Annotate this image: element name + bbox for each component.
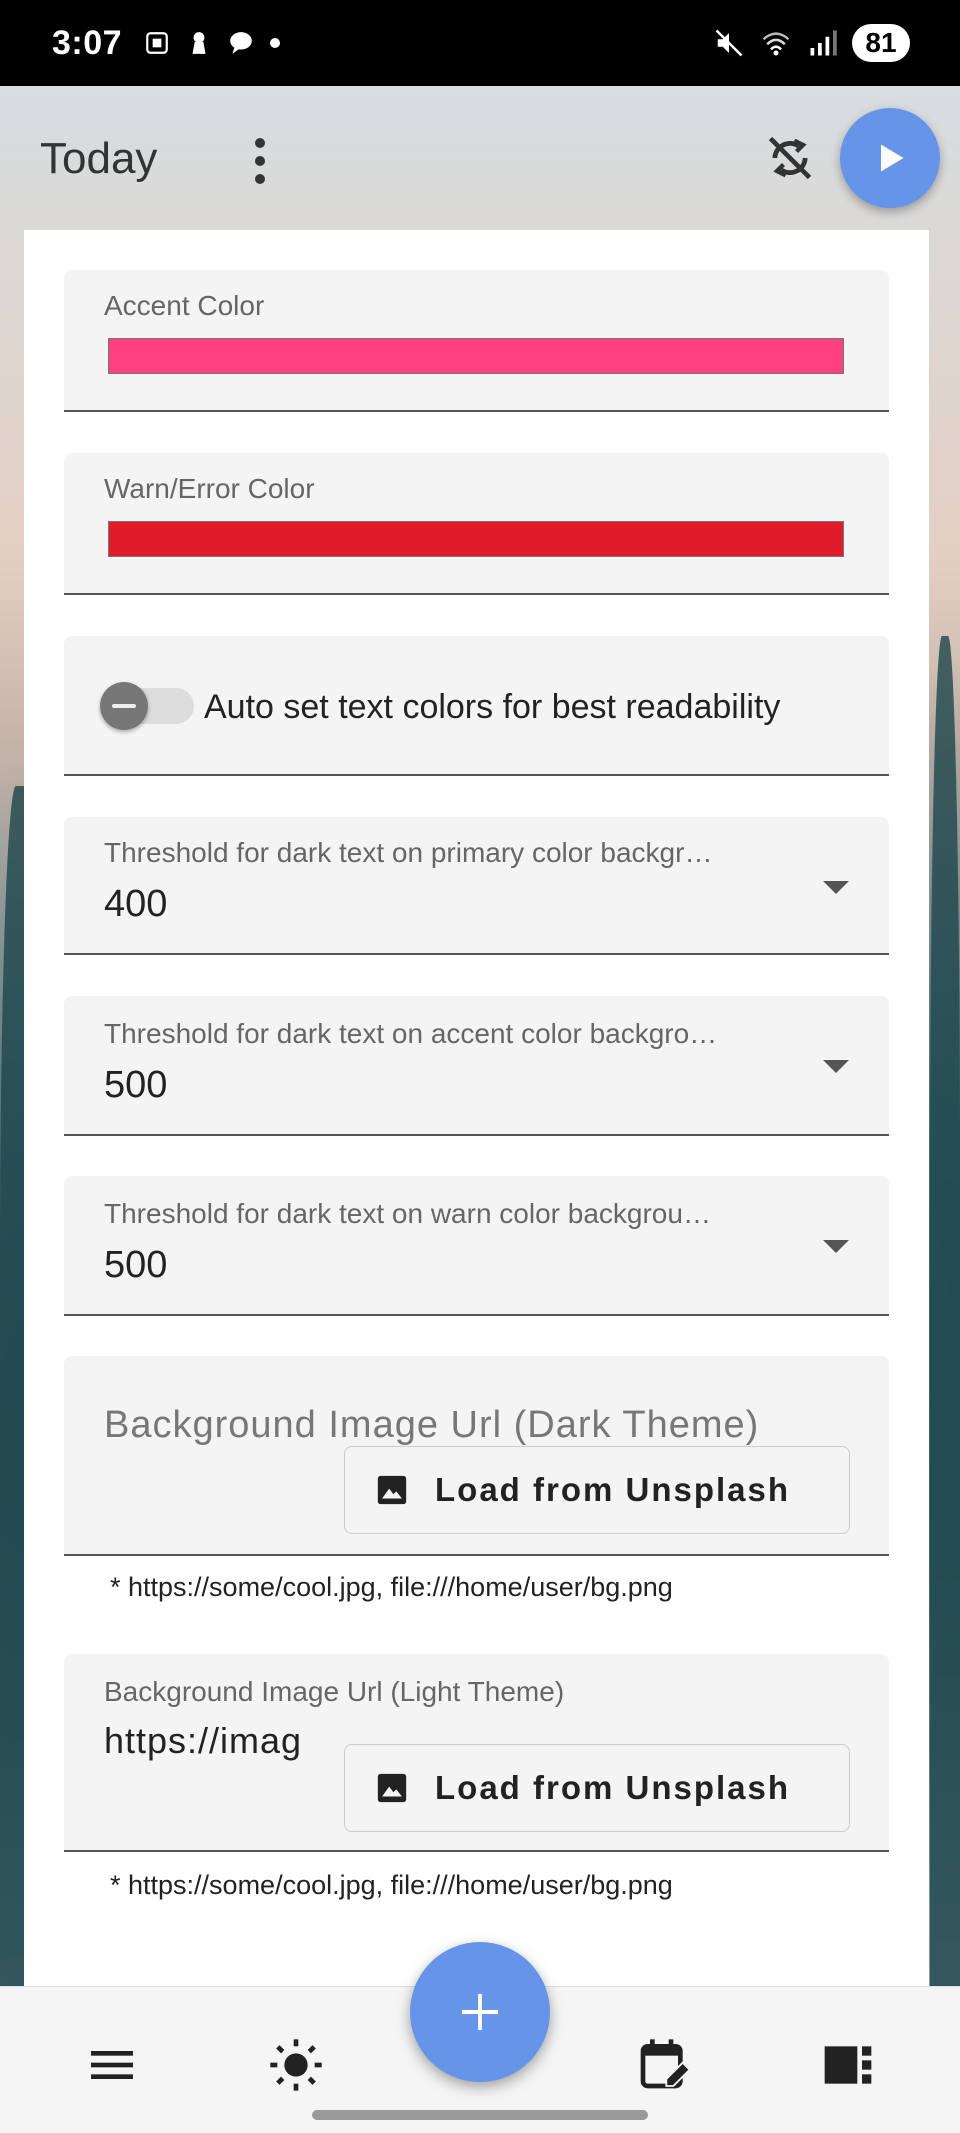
threshold-accent-value: 500 [104,1064,168,1106]
battery-level: 81 [852,24,910,62]
status-bar: 3:07 81 [0,0,960,86]
edit-calendar-icon[interactable] [636,2037,692,2093]
status-time: 3:07 [52,23,123,62]
bg-image-dark-input[interactable]: Background Image Url (Dark Theme) [104,1404,759,1447]
auto-text-colors-field: Auto set text colors for best readabilit… [64,636,889,776]
sync-disabled-icon[interactable] [764,132,816,184]
load-from-unsplash-dark-button[interactable]: Load from Unsplash [344,1446,850,1534]
warn-color-swatch[interactable] [108,521,844,557]
threshold-warn-label: Threshold for dark text on warn color ba… [104,1198,711,1229]
threshold-primary-label: Threshold for dark text on primary color… [104,837,713,868]
bg-image-dark-field[interactable]: Background Image Url (Dark Theme) Load f… [64,1356,889,1556]
dropdown-arrow-icon [823,1240,849,1253]
auto-text-colors-toggle[interactable] [100,682,194,730]
notification-dot-icon [270,38,281,48]
dropdown-arrow-icon [823,881,849,894]
accent-color-swatch[interactable] [108,338,844,374]
play-icon [881,144,904,172]
auto-text-colors-label: Auto set text colors for best readabilit… [204,688,781,726]
brightness-icon[interactable] [268,2037,324,2093]
dropdown-arrow-icon [823,1060,849,1073]
image-icon [377,1773,407,1803]
load-from-unsplash-label: Load from Unsplash [435,1471,791,1508]
bg-image-light-input[interactable]: https://imag [104,1720,324,1762]
menu-icon[interactable] [84,2037,140,2093]
threshold-accent-label: Threshold for dark text on accent color … [104,1018,718,1049]
home-indicator[interactable] [312,2110,648,2120]
play-button[interactable] [840,108,940,208]
wifi-icon [762,32,790,56]
screenshot-icon [146,32,168,54]
bg-image-light-field[interactable]: Background Image Url (Light Theme) https… [64,1654,889,1852]
add-icon [462,1994,498,2030]
threshold-primary-select[interactable]: Threshold for dark text on primary color… [64,817,889,955]
image-icon [377,1475,407,1505]
more-options-icon[interactable] [240,136,280,196]
mute-icon [715,29,743,57]
threshold-primary-value: 400 [104,883,168,925]
chat-bubble-icon [230,32,252,54]
page-title: Today [40,134,158,183]
add-button[interactable] [410,1942,550,2082]
threshold-accent-select[interactable]: Threshold for dark text on accent color … [64,996,889,1136]
accent-color-label: Accent Color [104,290,265,321]
threshold-warn-select[interactable]: Threshold for dark text on warn color ba… [64,1176,889,1316]
keyhole-icon [192,32,206,54]
signal-icon [810,30,837,56]
warn-color-field[interactable]: Warn/Error Color [64,453,889,595]
view-sidebar-icon[interactable] [820,2037,876,2093]
load-from-unsplash-light-button[interactable]: Load from Unsplash [344,1744,850,1832]
toggle-off-icon [100,682,148,730]
bg-image-light-label: Background Image Url (Light Theme) [104,1676,565,1707]
load-from-unsplash-label: Load from Unsplash [435,1769,791,1806]
bg-image-light-hint: * https://some/cool.jpg, file:///home/us… [110,1870,673,1900]
theme-settings-card: Accent Color Warn/Error Color Auto set t… [24,230,929,1990]
app-bar: Today [0,86,960,230]
accent-color-field[interactable]: Accent Color [64,270,889,412]
warn-color-label: Warn/Error Color [104,473,315,504]
bg-image-dark-hint: * https://some/cool.jpg, file:///home/us… [110,1572,673,1602]
threshold-warn-value: 500 [104,1244,168,1286]
